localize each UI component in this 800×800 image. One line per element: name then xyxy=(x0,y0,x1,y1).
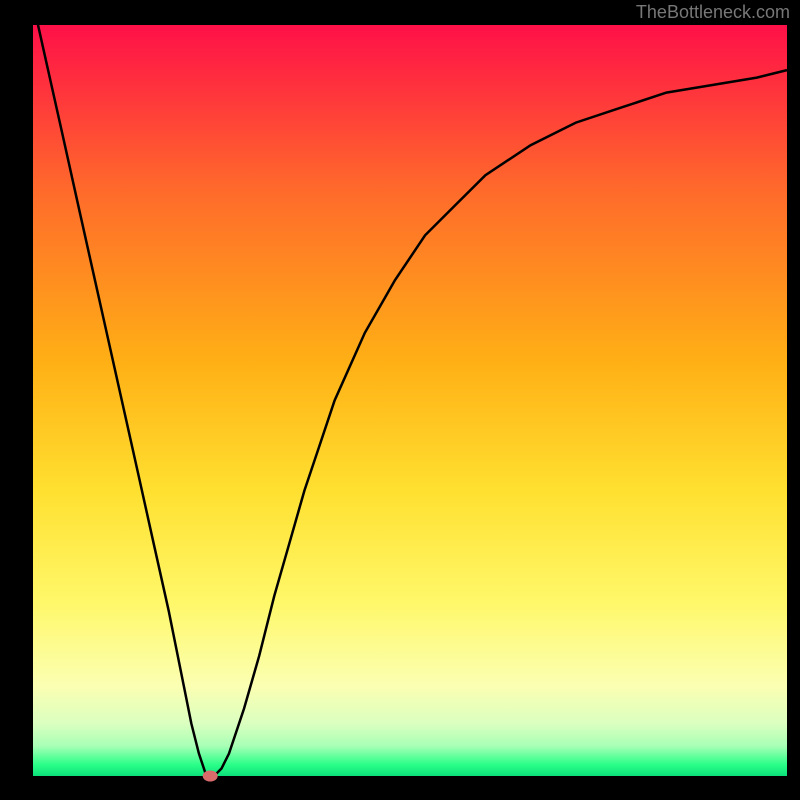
plot-area xyxy=(33,25,787,776)
marker-dot xyxy=(203,771,217,781)
chart-container: TheBottleneck.com xyxy=(0,0,800,800)
bottleneck-chart xyxy=(0,0,800,800)
